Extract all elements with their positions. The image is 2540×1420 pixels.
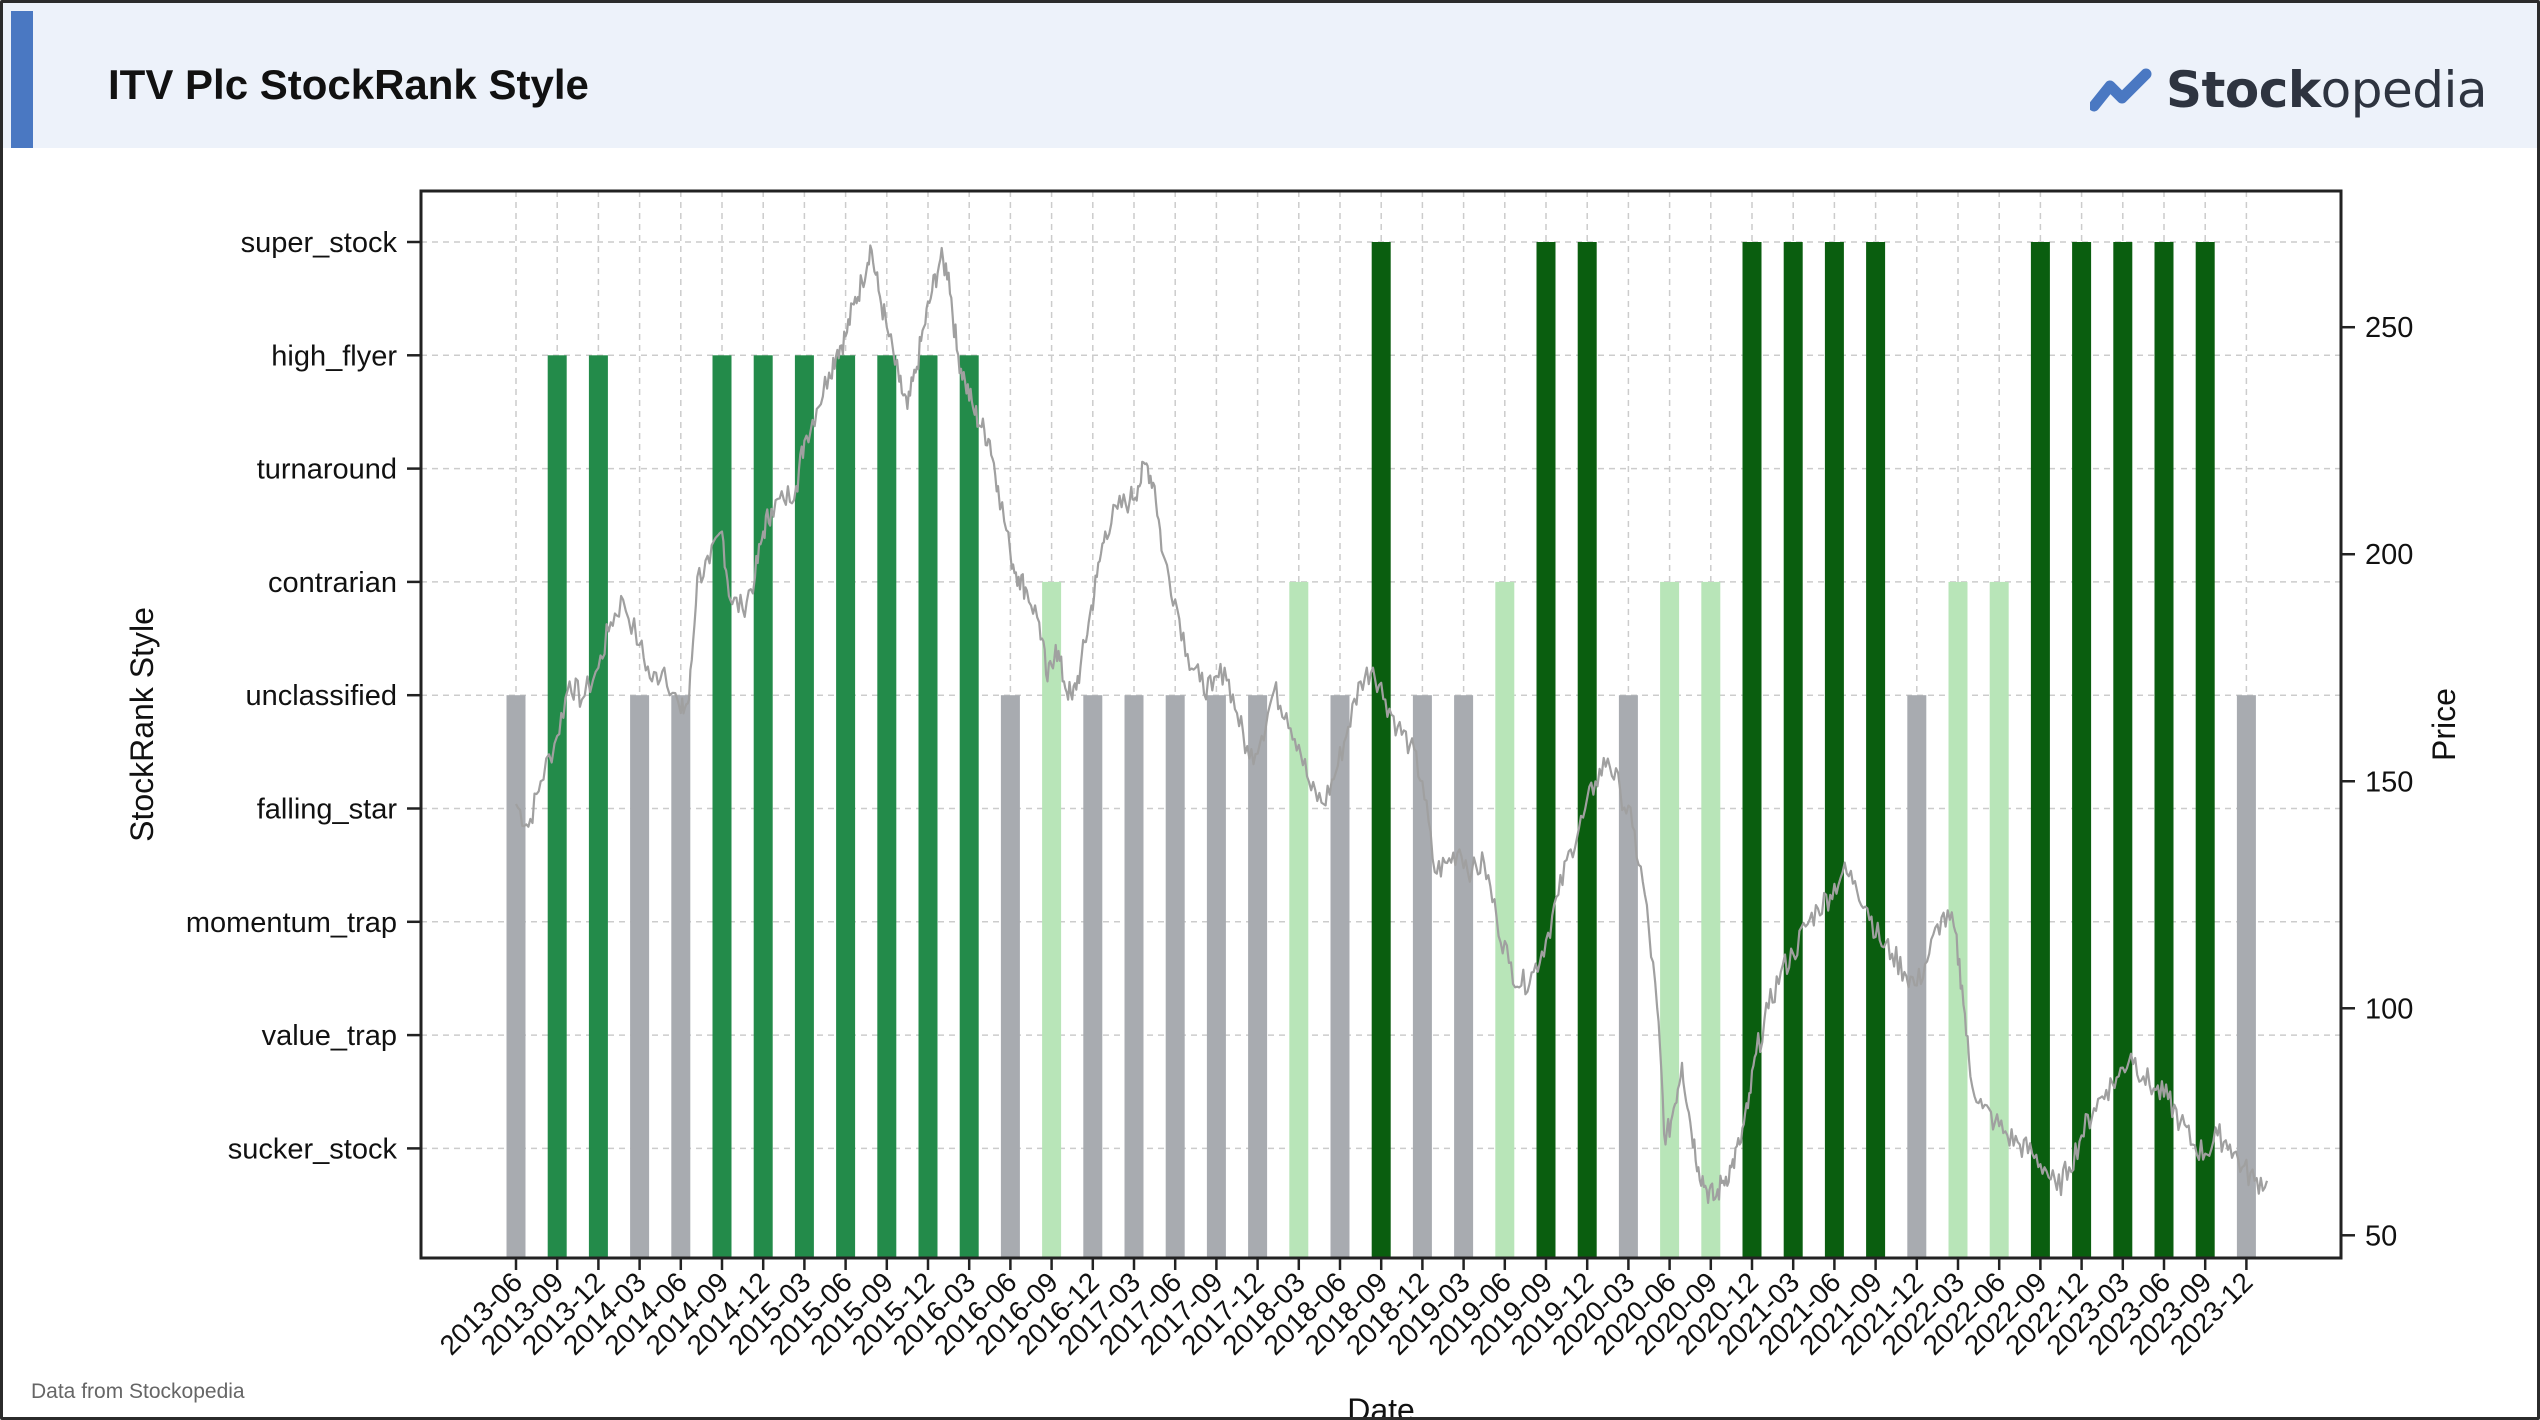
style-bar [506,695,526,1258]
stockrank-chart: sucker_stock value_trap momentum_trap falli… [124,189,2462,1417]
style-bar [1248,695,1268,1258]
y-tick-label: unclassified [245,680,397,712]
style-bar [547,355,567,1258]
y-tick-label: falling_star [257,794,398,826]
y-axis-label-left: StockRank Style [124,607,160,842]
style-bar [671,695,691,1258]
style-bar [1783,242,1803,1258]
left-axis: sucker_stock value_trap momentum_trap falli… [186,227,421,1165]
style-bar [2072,242,2092,1258]
data-source-note: Data from Stockopedia [31,1380,245,1403]
style-bar [1289,581,1309,1258]
style-bar [2030,242,2050,1258]
style-bar [1083,695,1103,1258]
style-bar [1577,242,1597,1258]
style-bar [630,695,650,1258]
style-bar [588,355,608,1258]
style-bar [712,355,732,1258]
y-tick-label: value_trap [262,1020,397,1052]
y-tick-label: turnaround [257,454,397,486]
y-tick-label: contrarian [268,567,397,599]
chart-window: ITV Plc StockRank Style Stockopedia suck… [0,0,2540,1420]
style-bar [1454,695,1474,1258]
style-bar [1536,242,1556,1258]
right-y-tick-label: 200 [2365,539,2413,571]
right-axis: 50 100 150 200 250 [2341,312,2413,1252]
right-y-tick-label: 250 [2365,312,2413,344]
style-bar [836,355,856,1258]
style-bar [918,355,938,1258]
style-bar [2195,242,2215,1258]
y-tick-label: sucker_stock [228,1133,398,1165]
y-tick-label: super_stock [241,227,398,259]
style-bar [1042,581,1062,1258]
y-axis-label-right: Price [2426,688,2462,761]
right-y-tick-label: 50 [2365,1220,2397,1252]
style-bar [1412,695,1432,1258]
style-bar [1948,581,1968,1258]
style-bar [1495,581,1515,1258]
style-bar [1000,695,1020,1258]
style-bar [1165,695,1185,1258]
x-axis-label: Date [1347,1392,1415,1417]
style-bars [506,242,2256,1258]
style-bar [1660,581,1680,1258]
style-bar [1701,581,1721,1258]
style-bar [1206,695,1226,1258]
y-tick-label: high_flyer [271,340,397,372]
style-bar [1866,242,1886,1258]
style-bar [1124,695,1144,1258]
style-bar [2113,242,2133,1258]
style-bar [877,355,897,1258]
right-y-tick-label: 100 [2365,993,2413,1025]
style-bar [1618,695,1638,1258]
style-bar [959,355,979,1258]
style-bar [1824,242,1844,1258]
style-bar [1371,242,1391,1258]
style-bar [1989,581,2009,1258]
y-tick-label: momentum_trap [186,907,397,939]
style-bar [753,355,773,1258]
x-axis: 2013-062013-092013-122014-032014-062014-… [434,1258,2259,1361]
right-y-tick-label: 150 [2365,766,2413,798]
